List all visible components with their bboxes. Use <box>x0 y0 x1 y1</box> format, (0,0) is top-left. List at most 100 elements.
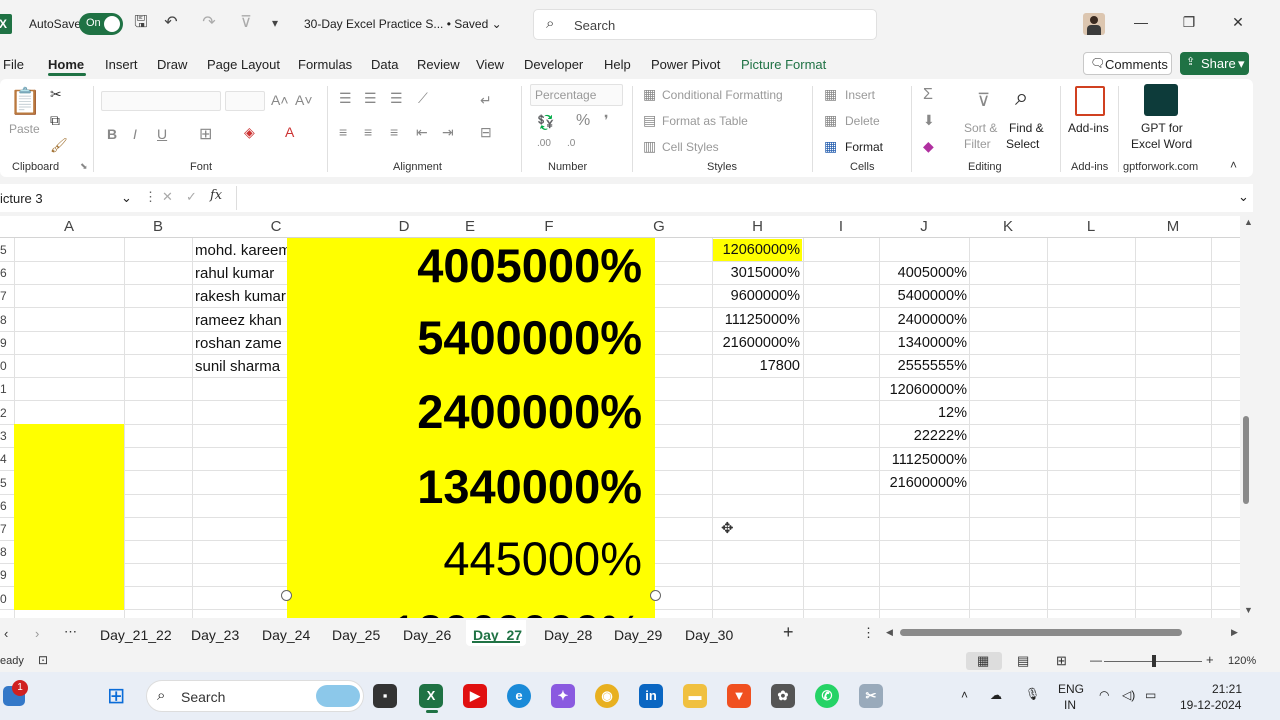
sheet-tab-day-30[interactable]: Day_30 <box>685 627 733 643</box>
clock-time[interactable]: 21:21 <box>1212 682 1242 696</box>
decrease-decimal-icon[interactable]: .0 <box>567 138 575 149</box>
sheet-tab-day-21-22[interactable]: Day_21_22 <box>100 627 172 643</box>
resize-handle[interactable] <box>281 590 292 601</box>
format-cells-icon[interactable]: ▦ <box>824 138 837 155</box>
sort-filter-label-2[interactable]: Filter <box>964 137 991 151</box>
name-box[interactable]: icture 3 ⌄ <box>0 186 140 210</box>
youtube-icon[interactable]: ▶ <box>463 684 487 708</box>
find-select-label-2[interactable]: Select <box>1006 137 1039 151</box>
sort-filter-icon[interactable]: ⊽ <box>977 90 990 111</box>
decrease-indent-icon[interactable]: ⇤ <box>416 124 428 141</box>
task-view-icon[interactable]: ▪ <box>373 684 397 708</box>
sheet-tab-day-24[interactable]: Day_24 <box>262 627 310 643</box>
row-header[interactable]: 6 <box>0 266 8 280</box>
sheet-tab-day-28[interactable]: Day_28 <box>544 627 592 643</box>
borders-icon[interactable]: ⊞ <box>199 124 212 144</box>
add-sheet-icon[interactable]: + <box>783 622 794 643</box>
tab-insert[interactable]: Insert <box>105 57 138 72</box>
number-format-combo[interactable]: Percentage <box>530 84 623 106</box>
increase-decimal-icon[interactable]: .00 <box>537 138 551 149</box>
table-cell-name[interactable]: roshan zame <box>195 335 282 352</box>
dialog-launcher-icon[interactable]: ⬊ <box>80 161 88 172</box>
format-painter-icon[interactable]: 🖌 <box>50 137 68 154</box>
tab-developer[interactable]: Developer <box>524 57 583 72</box>
table-cell-value[interactable]: 2400000% <box>879 312 967 328</box>
table-cell-value[interactable]: 12060000% <box>712 242 800 258</box>
align-middle-icon[interactable]: ☰ <box>364 90 377 107</box>
column-header-a[interactable]: A <box>14 216 124 238</box>
zoom-slider-thumb[interactable] <box>1152 655 1156 667</box>
row-header[interactable]: 4 <box>0 452 8 466</box>
align-top-icon[interactable]: ☰ <box>339 90 352 107</box>
scroll-right-icon[interactable]: ▶ <box>1231 627 1238 638</box>
gpt-label-2[interactable]: Excel Word <box>1131 137 1192 151</box>
volume-icon[interactable]: ◁) <box>1122 688 1135 702</box>
table-cell-value[interactable]: 21600000% <box>879 475 967 491</box>
wifi-icon[interactable]: ◠ <box>1099 688 1109 702</box>
clock-date[interactable]: 19-12-2024 <box>1180 698 1241 712</box>
chevron-down-icon[interactable]: ⌄ <box>121 190 132 206</box>
selected-picture[interactable]: 4005000% 5400000% 2400000% 1340000% 4450… <box>287 238 655 618</box>
scroll-up-icon[interactable]: ▲ <box>1244 217 1253 227</box>
zoom-out-icon[interactable]: — <box>1090 653 1102 667</box>
table-cell-name[interactable]: rameez khan <box>195 312 282 329</box>
tab-view[interactable]: View <box>476 57 504 72</box>
brave-icon[interactable]: ▼ <box>727 684 751 708</box>
whatsapp-icon[interactable]: ✆ <box>815 684 839 708</box>
sort-filter-label-1[interactable]: Sort & <box>964 121 997 135</box>
column-header-g[interactable]: G <box>606 216 712 238</box>
fill-icon[interactable]: ⬇ <box>923 112 935 129</box>
table-cell-value[interactable]: 17800 <box>712 358 800 374</box>
share-button[interactable]: ⇪ Share ▾ <box>1180 52 1249 75</box>
row-header[interactable]: 9 <box>0 336 8 350</box>
clear-icon[interactable]: ◆ <box>923 138 934 155</box>
cell-styles-button[interactable]: Cell Styles <box>662 140 719 154</box>
filter-icon[interactable]: ⊽ <box>235 12 257 34</box>
accounting-icon[interactable]: 💱 <box>537 114 554 131</box>
delete-cells-icon[interactable]: ▦ <box>824 112 837 129</box>
accessibility-icon[interactable]: ⊡ <box>38 653 48 667</box>
column-header-b[interactable]: B <box>124 216 192 238</box>
gpt-icon[interactable] <box>1144 84 1178 116</box>
horizontal-scrollbar[interactable] <box>886 626 1242 640</box>
search-input[interactable]: ⌕ Search <box>533 9 877 40</box>
cell-styles-icon[interactable]: ▥ <box>643 138 656 155</box>
table-cell-value[interactable]: 22222% <box>879 428 967 444</box>
avatar[interactable] <box>1083 13 1105 35</box>
tab-draw[interactable]: Draw <box>157 57 187 72</box>
enter-icon[interactable]: ✓ <box>186 189 197 205</box>
paste-label[interactable]: Paste <box>9 122 40 136</box>
table-cell-value[interactable]: 4005000% <box>879 265 967 281</box>
tab-home[interactable]: Home <box>48 57 84 72</box>
table-cell-value[interactable]: 12% <box>879 405 967 421</box>
underline-icon[interactable]: U <box>157 126 167 142</box>
table-cell-value[interactable]: 12060000% <box>879 382 967 398</box>
row-header[interactable]: 9 <box>0 568 8 582</box>
row-header[interactable]: 5 <box>0 243 8 257</box>
file-explorer-icon[interactable]: ▬ <box>683 684 707 708</box>
table-cell-value[interactable]: 3015000% <box>712 265 800 281</box>
find-select-icon[interactable]: ⌕ <box>1015 84 1028 112</box>
tab-file[interactable]: File <box>3 57 24 72</box>
increase-indent-icon[interactable]: ⇥ <box>442 124 454 141</box>
align-left-icon[interactable]: ≡ <box>339 124 347 140</box>
row-header[interactable]: 3 <box>0 429 8 443</box>
language-region[interactable]: IN <box>1064 698 1076 712</box>
percent-icon[interactable]: % <box>576 112 590 130</box>
gpt-label-1[interactable]: GPT for <box>1141 121 1183 135</box>
language-code[interactable]: ENG <box>1058 682 1084 696</box>
insert-function-icon[interactable]: fx <box>210 188 222 203</box>
redo-icon[interactable]: ↷ <box>198 12 220 34</box>
insert-cells-icon[interactable]: ▦ <box>824 86 837 103</box>
expand-formula-bar-icon[interactable]: ⌄ <box>1238 189 1249 205</box>
format-cells-button[interactable]: Format <box>845 140 883 154</box>
document-title[interactable]: 30-Day Excel Practice S... • Saved ⌄ <box>304 17 502 31</box>
comments-button[interactable]: 🗨 Comments <box>1083 52 1172 75</box>
format-as-table-button[interactable]: Format as Table <box>662 114 748 128</box>
chrome-icon[interactable]: ◉ <box>595 684 619 708</box>
more-sheets-icon[interactable]: ⋯ <box>64 624 77 640</box>
add-ins-icon[interactable] <box>1075 86 1105 116</box>
page-break-view-icon[interactable]: ⊞ <box>1056 653 1067 669</box>
tab-formulas[interactable]: Formulas <box>298 57 352 72</box>
copilot-icon[interactable]: ✦ <box>551 684 575 708</box>
